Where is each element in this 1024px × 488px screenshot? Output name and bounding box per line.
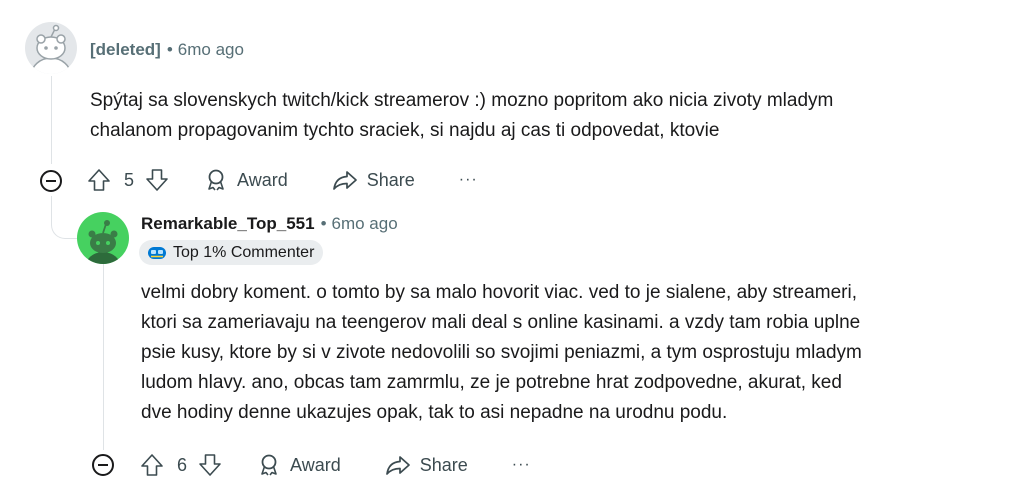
downvote-button[interactable] bbox=[197, 452, 223, 478]
comment-body: Spýtaj sa slovenskych twitch/kick stream… bbox=[90, 86, 833, 146]
award-label: Award bbox=[290, 454, 341, 475]
comment-line: psie kusy, ktore by si v zivote nedovoli… bbox=[141, 342, 862, 363]
comment-meta: [deleted] • 6mo ago bbox=[90, 40, 244, 60]
comment-line: chalanom propagovanim tychto sraciek, si… bbox=[90, 120, 720, 141]
comment-body: velmi dobry koment. o tomto by sa malo h… bbox=[141, 278, 862, 428]
thread-line bbox=[51, 76, 52, 164]
vote-count: 6 bbox=[177, 454, 188, 475]
user-flair: Top 1% Commenter bbox=[139, 240, 324, 265]
share-button[interactable]: Share bbox=[385, 453, 468, 477]
award-button[interactable]: Award bbox=[257, 453, 341, 477]
share-icon bbox=[332, 171, 357, 190]
award-label: Award bbox=[237, 169, 288, 190]
avatar[interactable] bbox=[25, 22, 77, 74]
comment-timestamp[interactable]: 6mo ago bbox=[178, 40, 244, 59]
meta-separator: • bbox=[320, 214, 327, 233]
upvote-icon bbox=[88, 169, 110, 191]
comment-line: velmi dobry koment. o tomto by sa malo h… bbox=[141, 282, 857, 303]
share-button[interactable]: Share bbox=[332, 168, 415, 192]
upvote-button[interactable] bbox=[139, 452, 165, 478]
downvote-icon bbox=[146, 169, 168, 191]
comment-timestamp[interactable]: 6mo ago bbox=[332, 214, 398, 233]
more-options-icon: ··· bbox=[511, 456, 531, 473]
share-label: Share bbox=[419, 454, 468, 475]
thread-line bbox=[103, 264, 104, 450]
share-icon bbox=[385, 456, 410, 475]
comment-line: dve hodiny denne ukazujes opak, tak to a… bbox=[141, 402, 728, 423]
commenter-badge-icon bbox=[148, 246, 166, 259]
comment-author[interactable]: Remarkable_Top_551 bbox=[141, 214, 315, 233]
share-label: Share bbox=[366, 169, 415, 190]
comment-actions: 6 Award Share ··· bbox=[139, 448, 531, 482]
comment-line: Spýtaj sa slovenskych twitch/kick stream… bbox=[90, 90, 834, 111]
snoo-avatar-icon bbox=[77, 212, 129, 264]
deleted-user-icon bbox=[25, 22, 77, 74]
upvote-icon bbox=[141, 454, 163, 476]
downvote-button[interactable] bbox=[144, 167, 170, 193]
more-options-button[interactable]: ··· bbox=[459, 171, 478, 189]
thread-connector bbox=[51, 196, 78, 239]
award-icon bbox=[208, 169, 224, 191]
comment-author[interactable]: [deleted] bbox=[90, 40, 161, 59]
collapse-thread-button[interactable] bbox=[90, 452, 116, 478]
more-options-button[interactable]: ··· bbox=[512, 456, 531, 474]
award-icon bbox=[261, 454, 277, 476]
comment-line: ludom hlavy. ano, obcas tam zamrmlu, ze … bbox=[141, 372, 842, 393]
collapse-thread-button[interactable] bbox=[38, 168, 64, 194]
meta-separator: • bbox=[166, 40, 173, 59]
upvote-button[interactable] bbox=[86, 167, 112, 193]
comment-actions: 5 Award Share ··· bbox=[86, 163, 478, 197]
flair-label: Top 1% Commenter bbox=[173, 243, 315, 261]
vote-count: 5 bbox=[124, 169, 135, 190]
downvote-icon bbox=[199, 454, 221, 476]
collapse-icon bbox=[40, 170, 62, 192]
comment-line: ktori sa zameriavaju na teengerov mali d… bbox=[141, 312, 861, 333]
collapse-icon bbox=[92, 454, 114, 476]
comment-meta: Remarkable_Top_551 • 6mo ago bbox=[141, 214, 398, 234]
award-button[interactable]: Award bbox=[204, 168, 288, 192]
avatar[interactable] bbox=[77, 212, 129, 264]
more-options-icon: ··· bbox=[458, 171, 478, 188]
